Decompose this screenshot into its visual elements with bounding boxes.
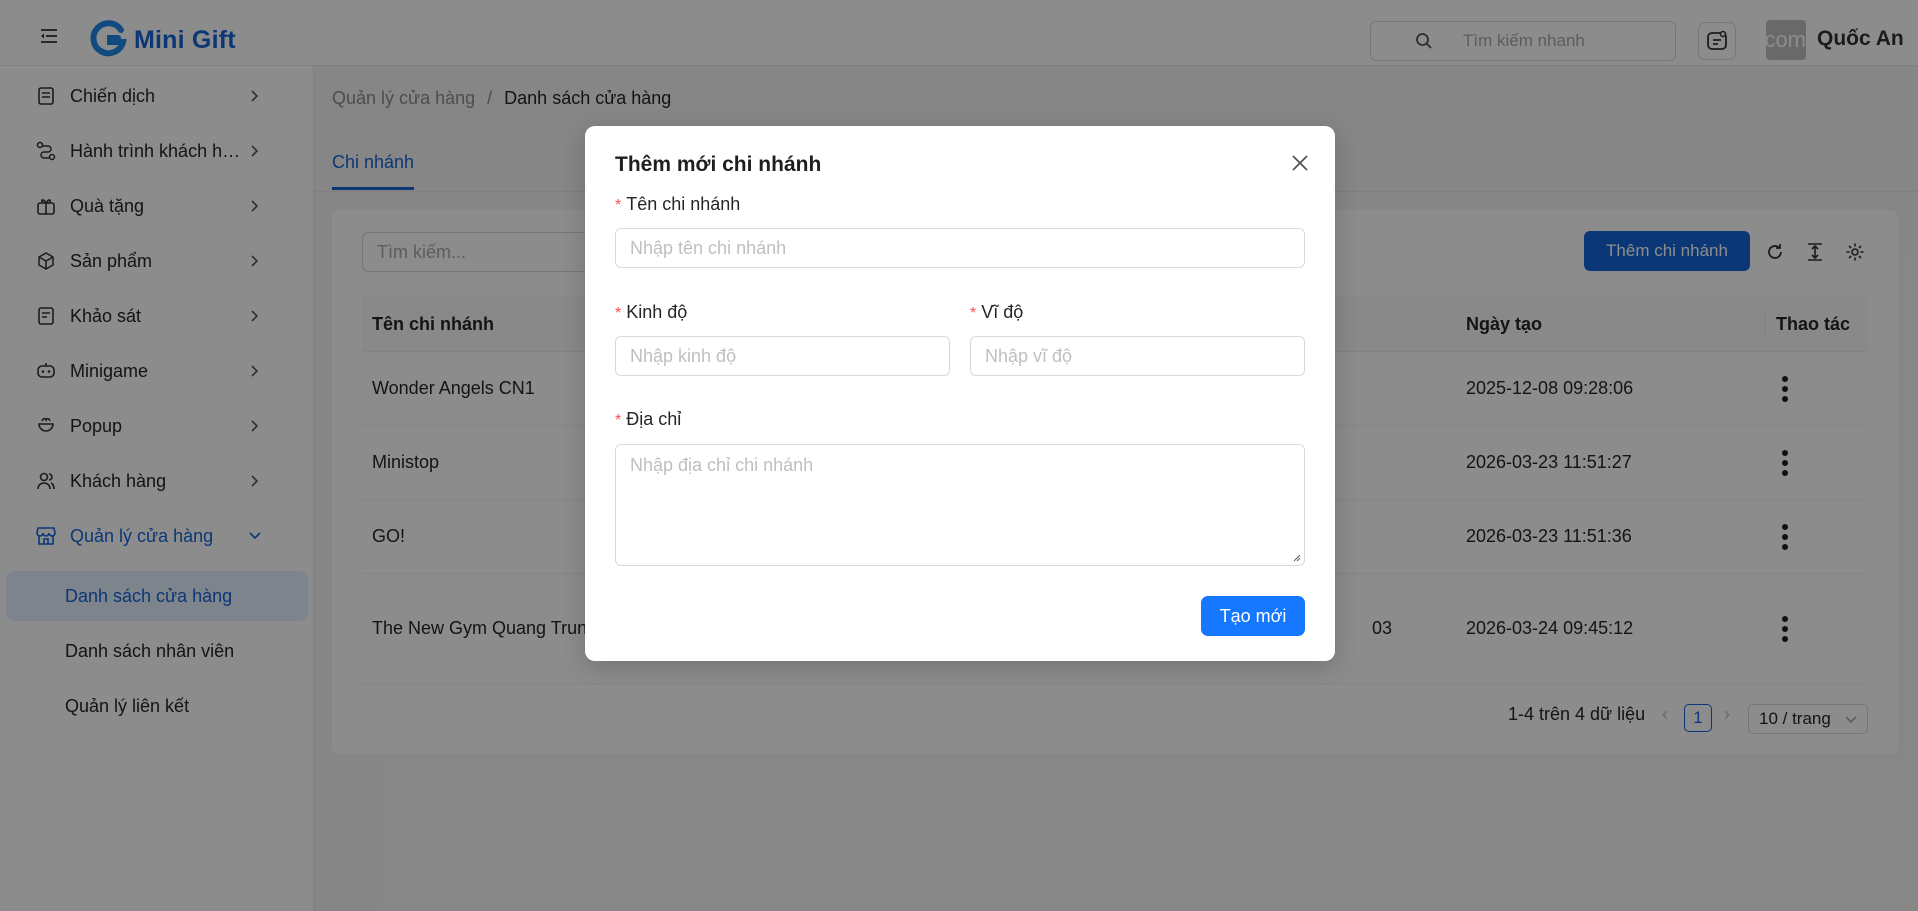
longitude-input[interactable]: Nhập kinh độ <box>615 336 950 376</box>
resize-grip-icon[interactable] <box>1291 552 1301 562</box>
longitude-placeholder: Nhập kinh độ <box>630 345 737 366</box>
branch-name-input[interactable]: Nhập tên chi nhánh <box>615 228 1305 268</box>
required-mark: * <box>615 305 622 322</box>
latitude-placeholder: Nhập vĩ độ <box>985 345 1073 366</box>
close-icon[interactable] <box>1289 152 1311 174</box>
latitude-input[interactable]: Nhập vĩ độ <box>970 336 1305 376</box>
address-placeholder: Nhập địa chỉ chi nhánh <box>630 455 814 475</box>
latitude-label-text: Vĩ độ <box>981 302 1024 322</box>
address-label: * Địa chỉ <box>615 409 681 430</box>
required-mark: * <box>970 305 977 322</box>
longitude-label-text: Kinh độ <box>626 302 688 322</box>
required-mark: * <box>615 197 622 214</box>
branch-name-label: * Tên chi nhánh <box>615 194 740 215</box>
modal-title: Thêm mới chi nhánh <box>615 153 822 176</box>
longitude-label: * Kinh độ <box>615 302 687 323</box>
branch-name-placeholder: Nhập tên chi nhánh <box>630 237 787 258</box>
address-textarea[interactable]: Nhập địa chỉ chi nhánh <box>615 444 1305 566</box>
required-mark: * <box>615 412 622 429</box>
add-branch-modal: Thêm mới chi nhánh * Tên chi nhánh Nhập t… <box>585 126 1335 661</box>
create-button[interactable]: Tạo mới <box>1201 596 1305 636</box>
latitude-label: * Vĩ độ <box>970 302 1023 323</box>
address-label-text: Địa chỉ <box>626 409 682 429</box>
branch-name-label-text: Tên chi nhánh <box>626 194 741 214</box>
